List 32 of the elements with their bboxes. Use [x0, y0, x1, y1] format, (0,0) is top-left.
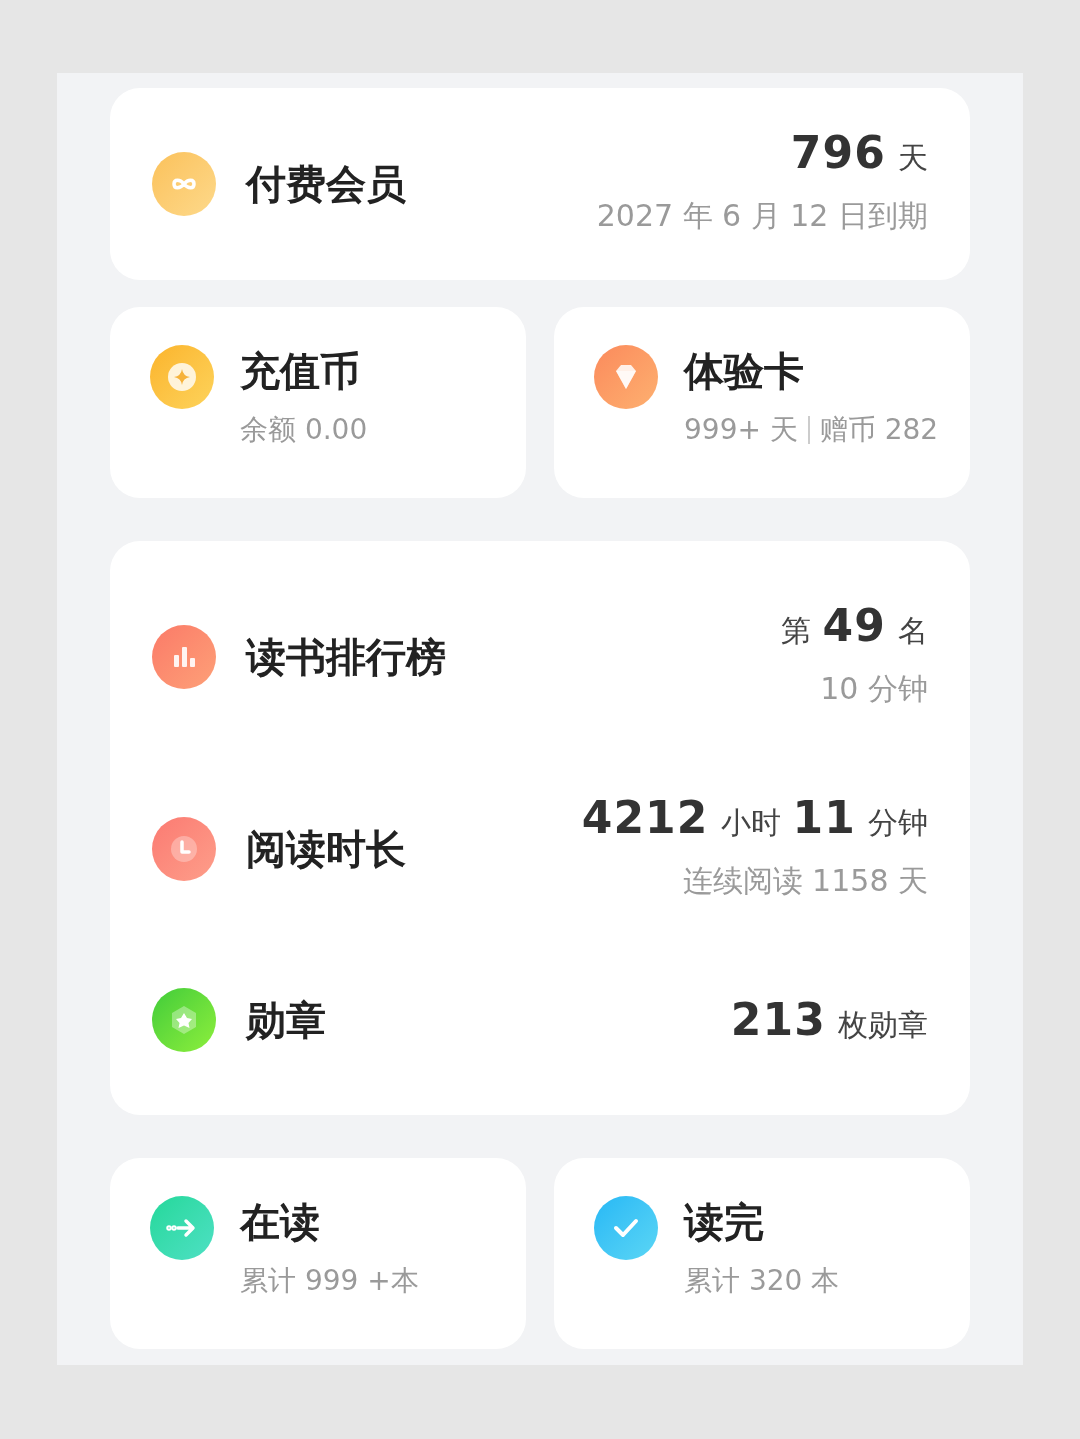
stat-number: 213	[730, 998, 826, 1043]
membership-card[interactable]: 付费会员 796 天 2027 年 6 月 12 日到期	[110, 88, 970, 280]
info-card[interactable]: 读完 累计 320 本	[554, 1158, 970, 1349]
card-title: 体验卡	[684, 347, 805, 396]
card-detail: 余额 0.00	[240, 412, 368, 448]
item-title: 读书排行榜	[246, 633, 446, 683]
item-note: 10 分钟	[820, 669, 928, 708]
stat-unit: 枚勋章	[838, 1010, 928, 1041]
card-detail: 赠币 282	[819, 412, 939, 448]
card-detail: 999+ 天	[684, 412, 798, 448]
stat-unit: 第	[780, 615, 811, 646]
card-title: 充值币	[240, 347, 361, 396]
info-card[interactable]: 体验卡 999+ 天 赠币 282	[554, 307, 970, 498]
card-title: 在读	[240, 1198, 321, 1247]
stat-unit: 小时	[720, 808, 781, 838]
item-note: 连续阅读 1158 天	[682, 862, 928, 900]
item-note: 2027 年 6 月 12 日到期	[596, 196, 928, 235]
item-title: 勋章	[246, 996, 326, 1046]
info-card[interactable]: 充值币 余额 0.00	[110, 307, 526, 498]
info-card[interactable]: 在读 累计 999 +本	[110, 1158, 526, 1349]
stat-number: 49	[822, 603, 886, 648]
card-detail: 累计 999 +本	[240, 1263, 419, 1299]
card-title: 读完	[684, 1198, 765, 1247]
stat-unit: 名	[898, 615, 928, 646]
stat-number: 11	[792, 796, 856, 840]
item-title: 付费会员	[246, 160, 406, 209]
stat-number: 4212	[581, 796, 709, 840]
card-detail: 累计 320 本	[684, 1263, 840, 1299]
stat-number: 796	[790, 130, 886, 175]
stat-unit: 分钟	[868, 808, 928, 838]
stat-unit: 天	[898, 142, 928, 173]
item-title: 阅读时长	[246, 825, 406, 875]
